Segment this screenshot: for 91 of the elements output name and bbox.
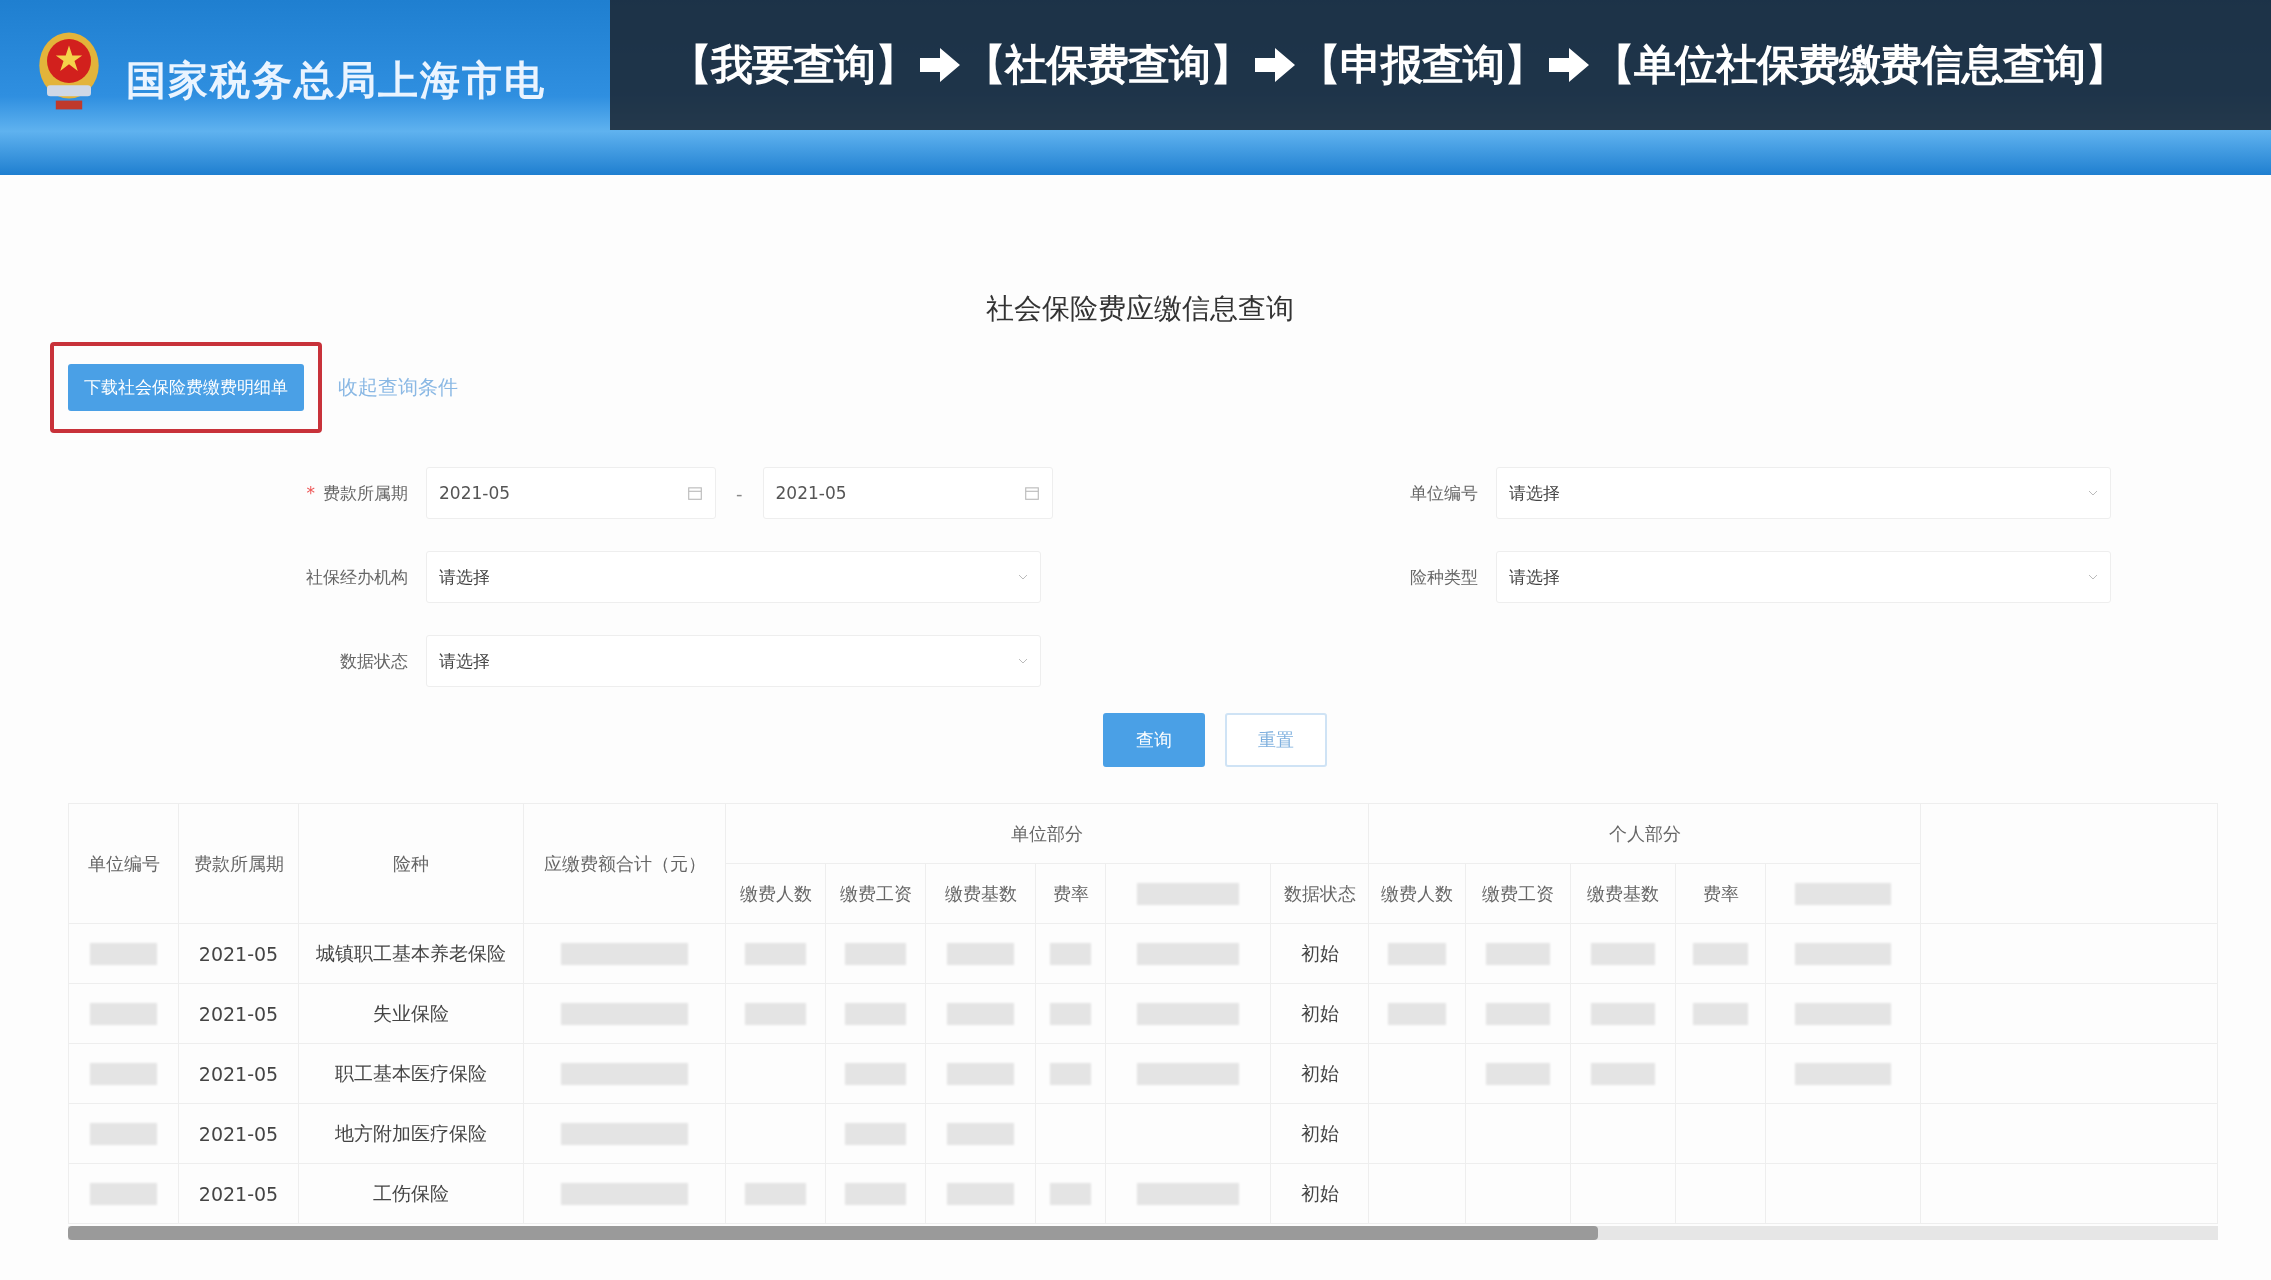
arrow-right-icon (1549, 48, 1589, 82)
redacted-block (946, 1183, 1015, 1206)
range-separator: - (736, 482, 743, 504)
breadcrumb-step: 【申报查询】 (1299, 37, 1545, 93)
page-title: 社会保险费应缴信息查询 (985, 291, 1294, 327)
column-header: 单位编号 (87, 852, 160, 874)
redacted-block (1049, 1183, 1092, 1206)
arrow-right-icon (920, 48, 960, 82)
redacted-block (1486, 943, 1551, 966)
field-label: 社保经办机构 (306, 565, 408, 589)
chevron-down-icon (1018, 574, 1028, 580)
horizontal-scrollbar[interactable] (68, 1226, 2218, 1240)
redacted-block (946, 1123, 1015, 1146)
column-header: 缴费工资 (1482, 882, 1555, 904)
table-cell: 2021-05 (198, 942, 279, 965)
redacted-block (845, 943, 906, 966)
select-field[interactable]: 请选择 (426, 635, 1041, 687)
redacted-block (1387, 943, 1447, 966)
column-header: 数据状态 (1283, 882, 1356, 904)
table-cell: 初始 (1300, 1121, 1339, 1144)
table-cell: 城镇职工基本养老保险 (316, 941, 506, 964)
select-field[interactable]: 请选择 (426, 551, 1041, 603)
redacted-block (1693, 943, 1748, 966)
redacted-block (89, 1123, 158, 1146)
redacted-block (946, 943, 1015, 966)
month-field[interactable]: 2021-05 (762, 467, 1053, 519)
table-cell: 2021-05 (198, 1182, 279, 1205)
chevron-down-icon (2088, 574, 2098, 580)
field-label: 单位编号 (1410, 481, 1478, 505)
column-header: 缴费基数 (1587, 882, 1660, 904)
breadcrumb-step: 【单位社保费缴费信息查询】 (1593, 37, 2126, 93)
table-cell: 职工基本医疗保险 (335, 1061, 487, 1084)
column-header: 应缴费额合计（元） (543, 852, 706, 874)
redacted-block (89, 1063, 158, 1086)
month-field[interactable]: 2021-05 (426, 467, 716, 519)
table-cell: 2021-05 (198, 1002, 279, 1025)
redacted-block (845, 1003, 906, 1026)
field-label: 数据状态 (340, 649, 408, 673)
field-label: 费款所属期 (323, 481, 408, 505)
redacted-block (1387, 1003, 1447, 1026)
column-group-header: 单位部分 (1011, 822, 1083, 844)
arrow-right-icon (1255, 48, 1295, 82)
table-cell: 失业保险 (373, 1001, 449, 1024)
table-cell: 工伤保险 (373, 1181, 449, 1204)
redacted-block (845, 1063, 906, 1086)
breadcrumb-step: 【社保费查询】 (964, 37, 1251, 93)
site-title: 国家税务总局上海市电 (126, 55, 546, 105)
breadcrumb-step: 【我要查询】 (670, 37, 916, 93)
table-cell: 2021-05 (198, 1062, 279, 1085)
calendar-icon (1023, 485, 1040, 501)
redacted-block (845, 1123, 906, 1146)
redacted-block (1049, 1003, 1092, 1026)
column-header: 缴费人数 (1381, 882, 1454, 904)
column-group-header: 个人部分 (1608, 822, 1681, 844)
required-mark: * (306, 483, 315, 503)
redacted-block (1486, 1003, 1551, 1026)
chevron-down-icon (2088, 490, 2098, 496)
column-header: 费款所属期 (193, 852, 284, 874)
column-header: 缴费工资 (839, 882, 912, 904)
column-header: 缴费基数 (944, 882, 1017, 904)
redacted-block (946, 1003, 1015, 1026)
chevron-down-icon (1018, 658, 1028, 664)
select-field[interactable]: 请选择 (1496, 467, 2111, 519)
redacted-block (1591, 943, 1656, 966)
redacted-block (745, 1003, 806, 1026)
redacted-block (745, 943, 806, 966)
column-header: 费率 (1052, 882, 1089, 904)
table-cell: 初始 (1300, 1061, 1339, 1084)
table-cell: 地方附加医疗保险 (335, 1121, 487, 1144)
redacted-block (1591, 1063, 1656, 1086)
redacted-block (946, 1063, 1015, 1086)
column-header: 缴费人数 (739, 882, 812, 904)
select-field[interactable]: 请选择 (1496, 551, 2111, 603)
redacted-block (89, 943, 158, 966)
column-header: 险种 (393, 852, 429, 874)
calendar-icon (687, 485, 703, 501)
field-label: 险种类型 (1410, 565, 1478, 589)
redacted-block (1693, 1003, 1748, 1026)
table-cell: 初始 (1300, 1001, 1339, 1024)
redacted-block (89, 1183, 158, 1206)
redacted-block (1591, 1003, 1656, 1026)
redacted-block (1049, 943, 1092, 966)
redacted-block (845, 1183, 906, 1206)
table-cell: 初始 (1300, 1181, 1339, 1204)
table-cell: 2021-05 (198, 1122, 279, 1145)
column-header: 费率 (1702, 882, 1739, 904)
redacted-block (1049, 1063, 1092, 1086)
table-cell: 初始 (1300, 941, 1339, 964)
redacted-block (1486, 1063, 1551, 1086)
redacted-block (745, 1183, 806, 1206)
redacted-block (89, 1003, 158, 1026)
